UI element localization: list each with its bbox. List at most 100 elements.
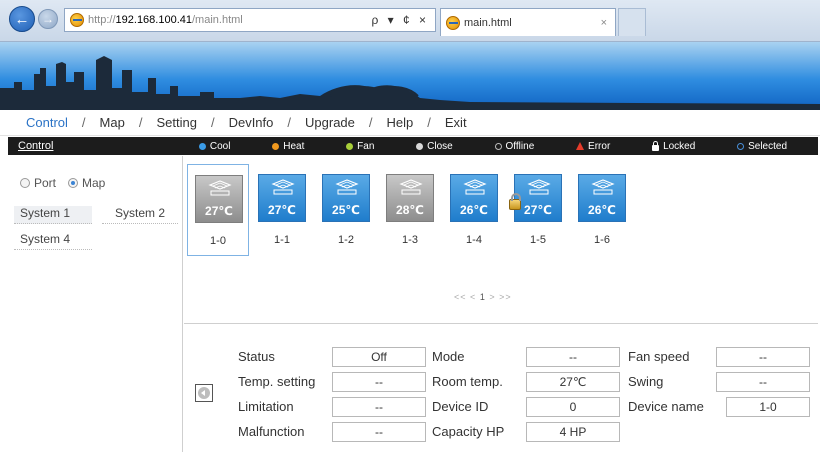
device-item[interactable]: 26℃ 1-4 [443,164,505,256]
device-id-value: 0 [526,397,620,417]
menu-item-exit[interactable]: Exit [445,115,467,130]
ac-unit-icon[interactable]: 28℃ [386,174,434,222]
system-4-item[interactable]: System 4 [14,232,92,250]
device-grid: 27℃ 1-0 27℃ 1-1 25℃ 1-2 28℃ 1-3 26℃ 1-4 27℃ 1-5 26℃ 1… [184,156,818,324]
tab-page-icon [446,15,460,30]
device-item[interactable]: 28℃ 1-3 [379,164,441,256]
capacity-label: Capacity HP [432,424,505,439]
back-arrow-icon[interactable]: ← [9,6,35,32]
room-temp-value: 27℃ [526,372,620,392]
status-label: Status [238,349,275,364]
browser-tab[interactable]: main.html × [440,8,616,36]
limitation-value: -- [332,397,426,417]
status-value: Off [332,347,426,367]
close-dot-icon [416,142,424,150]
ceiling-cassette-icon [399,179,423,195]
menu-item-control[interactable]: Control [26,115,68,130]
ceiling-cassette-icon [208,180,232,196]
ac-unit-icon[interactable]: 26℃ [450,174,498,222]
device-item[interactable]: 27℃ 1-0 [187,164,249,256]
address-bar[interactable]: http:// 192.168.100.41 /main.html ρ ▾ ¢ … [64,8,436,32]
menu-separator: / [287,115,292,130]
pagination: << < 1 > >> [454,292,512,302]
new-tab-button[interactable] [618,8,646,36]
fan-speed-value: -- [716,347,810,367]
fan-dot-icon [346,142,354,150]
legend-cool: Cool [198,141,230,152]
ac-unit-icon[interactable]: 27℃ [195,175,243,223]
swing-label: Swing [628,374,664,389]
system-1-item[interactable]: System 1 [14,206,92,224]
offline-ring-icon [494,142,502,150]
skyline-silhouette-icon [0,56,820,110]
device-detail-panel: Status Off Temp. setting -- Limitation -… [184,326,818,452]
current-page[interactable]: 1 [480,292,486,302]
temp-setting-label: Temp. setting [238,374,316,389]
forward-arrow-icon[interactable]: → [38,9,58,29]
menu-item-upgrade[interactable]: Upgrade [305,115,355,130]
prev-page-link[interactable]: < [470,292,476,302]
first-page-link[interactable]: << [454,292,467,302]
ceiling-cassette-icon [463,179,487,195]
room-temp-label: Room temp. [432,374,503,389]
malfunction-label: Malfunction [238,424,305,439]
padlock-icon [509,193,521,210]
device-item[interactable]: 27℃ 1-1 [251,164,313,256]
tab-title: main.html [464,16,512,29]
ac-unit-icon[interactable]: 27℃ [509,174,562,222]
capacity-value: 4 HP [526,422,620,442]
radio-circle-icon[interactable] [20,178,30,188]
device-item[interactable]: 27℃ 1-5 [507,164,569,256]
menu-item-map[interactable]: Map [100,115,125,130]
device-temperature: 26℃ [460,203,488,217]
menu-item-devinfo[interactable]: DevInfo [229,115,274,130]
ie-page-icon [70,13,84,27]
legend-label: Heat [283,140,305,152]
ac-unit-icon[interactable]: 27℃ [258,174,306,222]
device-item[interactable]: 26℃ 1-6 [571,164,633,256]
device-name-value: 1-0 [726,397,810,417]
lock-icon [652,140,660,151]
mode-value: -- [526,347,620,367]
device-name: 1-3 [402,234,418,246]
ac-unit-icon[interactable]: 25℃ [322,174,370,222]
back-arrow-icon [198,387,210,399]
device-name: 1-4 [466,234,482,246]
radio-label: Port [34,176,57,190]
ceiling-cassette-icon [591,179,615,195]
back-button[interactable] [195,384,213,402]
device-temperature: 27℃ [205,204,233,218]
legend-label: Locked [663,140,696,152]
selected-ring-icon [737,142,745,150]
last-page-link[interactable]: >> [499,292,512,302]
radio-circle-icon[interactable] [68,178,79,188]
section-title: Control [18,140,54,152]
device-temperature: 27℃ [524,203,552,217]
radio-map[interactable]: Map [68,176,105,190]
menu-item-setting[interactable]: Setting [156,115,196,130]
heat-dot-icon [272,142,280,150]
url-path: /main.html [192,14,243,26]
header-banner [0,42,820,110]
radio-port[interactable]: Port [20,176,56,190]
menu-separator: / [210,115,215,130]
ac-unit-icon[interactable]: 26℃ [578,174,626,222]
cool-dot-icon [198,142,206,150]
next-page-link[interactable]: > [489,292,495,302]
system-2-item[interactable]: System 2 [102,206,178,224]
device-name: 1-2 [338,234,354,246]
legend-items: Cool Heat Fan Close Offline Error Locked Select… [178,140,818,152]
device-name: 1-5 [530,234,546,246]
url-host: 192.168.100.41 [115,14,192,26]
legend-label: Error [588,140,611,152]
device-name: 1-6 [594,234,610,246]
legend-fan: Fan [346,141,374,152]
legend-label: Close [427,140,453,152]
device-item[interactable]: 25℃ 1-2 [315,164,377,256]
tab-close-icon[interactable]: × [601,17,607,29]
legend-label: Offline [505,140,535,152]
menu-item-help[interactable]: Help [387,115,414,130]
left-panel: Port Map System 1 System 2 System 4 [8,156,183,452]
address-tools[interactable]: ρ ▾ ¢ × [371,13,429,27]
fan-speed-label: Fan speed [628,349,690,364]
